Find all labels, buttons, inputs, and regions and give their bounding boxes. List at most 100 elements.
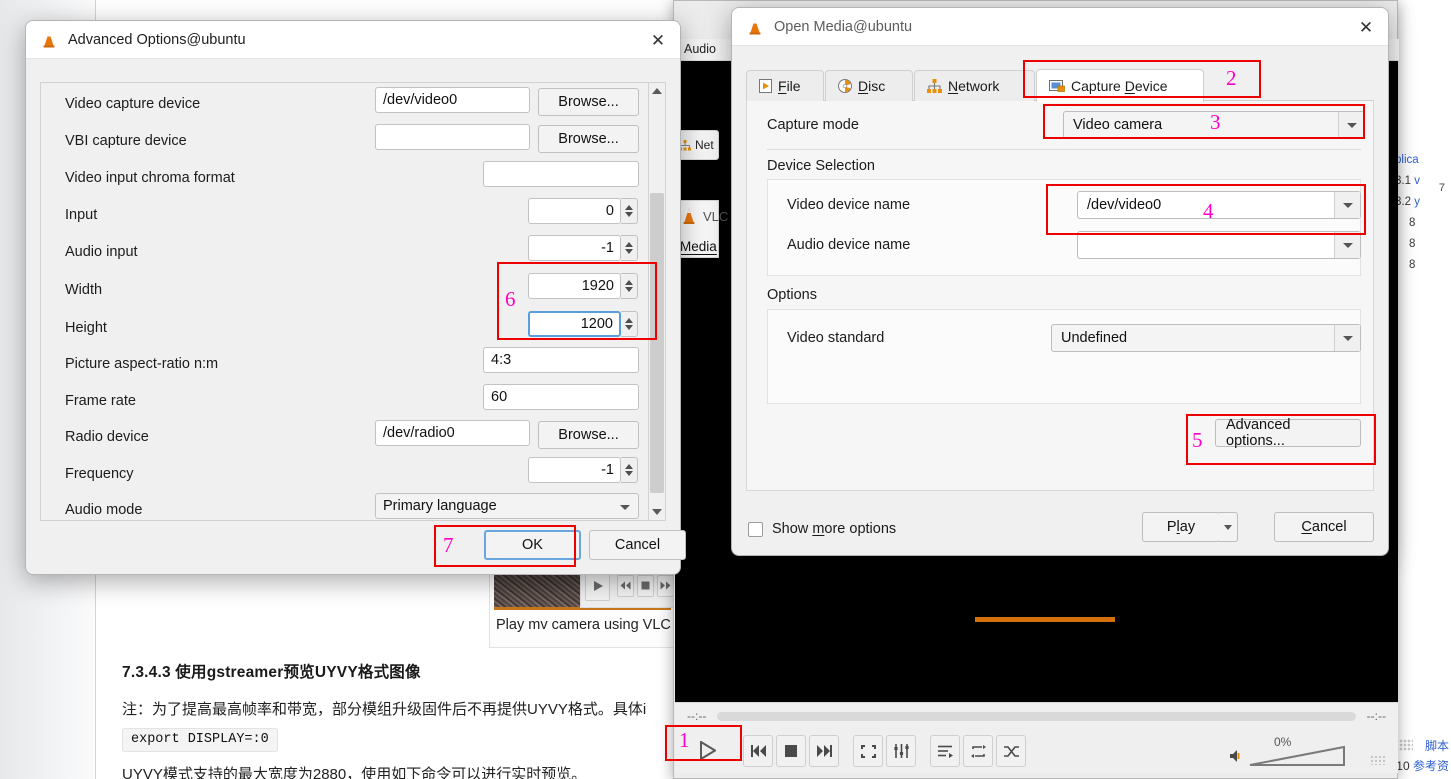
resize-gripper[interactable]	[1370, 755, 1386, 765]
stop-button[interactable]	[776, 735, 806, 767]
radio-device-input[interactable]: /dev/radio0	[375, 420, 530, 446]
capture-mode-label: Capture mode	[767, 117, 859, 133]
scrollbar-thumb[interactable]	[650, 193, 664, 493]
tab-network[interactable]: Network	[914, 70, 1035, 101]
row-label: Radio device	[65, 429, 149, 445]
browse-button[interactable]: Browse...	[538, 125, 639, 153]
toc-item[interactable]: 8	[1395, 213, 1451, 234]
playlist-button[interactable]	[930, 735, 960, 767]
close-icon[interactable]: ✕	[1354, 16, 1378, 38]
chroma-format-input[interactable]	[483, 161, 639, 187]
scroll-up-icon[interactable]	[649, 83, 665, 99]
audio-input-spinbox[interactable]: -1	[528, 235, 621, 261]
video-device-value: /dev/video0	[1087, 197, 1161, 213]
toc-item[interactable]: 8	[1395, 234, 1451, 255]
height-spinbox[interactable]: 1200	[528, 311, 621, 337]
advanced-options-button[interactable]: Advanced options...	[1215, 419, 1361, 447]
browse-button[interactable]: Browse...	[538, 421, 639, 449]
seek-slider[interactable]	[717, 712, 1356, 721]
annotation-number-4: 4	[1203, 201, 1214, 222]
video-capture-device-input[interactable]: /dev/video0	[375, 87, 530, 113]
open-media-dialog: Open Media@ubuntu ✕ File	[731, 7, 1389, 556]
width-spin-buttons[interactable]	[621, 273, 638, 299]
audio-device-label: Audio device name	[787, 237, 910, 253]
input-spin-buttons[interactable]	[621, 198, 638, 224]
capture-device-tab[interactable]: Capture Device	[1036, 69, 1204, 102]
cancel-button[interactable]: Cancel	[589, 530, 686, 560]
close-icon[interactable]: ✕	[646, 29, 670, 51]
show-more-options-checkbox[interactable]: Show more options	[748, 521, 896, 537]
footer-link-2[interactable]: 参考资	[1413, 759, 1449, 773]
chevron-down-icon[interactable]	[1334, 192, 1360, 218]
tab-file[interactable]: File	[746, 70, 824, 101]
video-standard-combo[interactable]: Undefined	[1051, 324, 1361, 352]
advanced-options-scroll-area: Video capture device /dev/video0 Browse.…	[40, 82, 666, 521]
toc-item[interactable]: 3.2 y	[1395, 192, 1451, 213]
random-button[interactable]	[996, 735, 1026, 767]
toc-item[interactable]: plica	[1395, 150, 1451, 171]
speaker-icon[interactable]	[1230, 749, 1246, 765]
fullscreen-button[interactable]	[853, 735, 883, 767]
capture-mode-value: Video camera	[1073, 117, 1162, 133]
frequency-spinbox[interactable]: -1	[528, 457, 621, 483]
audio-mode-combo[interactable]: Primary language	[375, 493, 639, 519]
chevron-down-icon[interactable]	[1338, 112, 1364, 138]
ok-button[interactable]: OK	[484, 530, 581, 560]
footer-dots-icon	[1399, 739, 1413, 751]
tab-disc[interactable]: Disc	[825, 70, 913, 101]
advanced-options-footer: OK Cancel	[26, 523, 680, 567]
table-row: VBI capture device Browse...	[41, 124, 641, 161]
annotation-number-5: 5	[1192, 430, 1203, 451]
row-label: Frequency	[65, 466, 134, 482]
annotation-number-6: 6	[505, 289, 516, 310]
width-spinbox[interactable]: 1920	[528, 273, 621, 299]
play-button[interactable]: Play	[1142, 512, 1220, 542]
open-media-title: Open Media@ubuntu	[774, 19, 912, 35]
chevron-down-icon	[620, 505, 630, 510]
table-row: Input 0	[41, 198, 641, 235]
video-standard-label: Video standard	[787, 330, 884, 346]
checkbox-box[interactable]	[748, 522, 763, 537]
menu-audio[interactable]: Audio	[678, 39, 722, 59]
extended-settings-button[interactable]	[886, 735, 916, 767]
toc-top-marker: 7	[1439, 182, 1445, 194]
document-heading: 7.3.4.3 使用gstreamer预览UYVY格式图像	[122, 660, 421, 682]
previous-button[interactable]	[743, 735, 773, 767]
advanced-options-title: Advanced Options@ubuntu	[68, 32, 246, 48]
table-row: Height 1200	[41, 311, 641, 348]
frequency-spin-buttons[interactable]	[621, 457, 638, 483]
play-button[interactable]	[685, 733, 729, 767]
footer-link[interactable]: 脚本	[1425, 737, 1449, 754]
row-label: Frame rate	[65, 393, 136, 409]
scroll-down-icon[interactable]	[649, 504, 665, 520]
cancel-button[interactable]: Cancel	[1274, 512, 1374, 542]
aspect-ratio-input[interactable]: 4:3	[483, 347, 639, 373]
vbi-capture-device-input[interactable]	[375, 124, 530, 150]
advanced-options-scrollbar[interactable]	[648, 82, 666, 521]
page-number-value: 10	[1396, 759, 1409, 773]
play-dropdown-button[interactable]	[1219, 512, 1238, 542]
height-spin-buttons[interactable]	[621, 311, 638, 337]
toc-item[interactable]: 8	[1395, 255, 1451, 276]
browse-button[interactable]: Browse...	[538, 88, 639, 116]
loop-button[interactable]	[963, 735, 993, 767]
row-label: Video capture device	[65, 96, 200, 112]
next-button[interactable]	[809, 735, 839, 767]
audio-device-combo[interactable]	[1077, 231, 1361, 259]
audio-input-spin-buttons[interactable]	[621, 235, 638, 261]
vlc-behind-media-menu[interactable]: Media	[680, 239, 717, 254]
input-spinbox[interactable]: 0	[528, 198, 621, 224]
video-device-combo[interactable]: /dev/video0	[1077, 191, 1361, 219]
disc-icon	[838, 79, 852, 93]
volume-control[interactable]: 0%	[1230, 735, 1350, 769]
vlc-cone-icon	[746, 18, 764, 36]
chevron-down-icon[interactable]	[1334, 232, 1360, 258]
figure-previous-icon	[617, 575, 634, 597]
table-row: Video input chroma format	[41, 161, 641, 198]
document-note: 注：为了提高最高帧率和带宽，部分模组升级固件后不再提供UYVY格式。具体i	[122, 698, 646, 719]
open-media-tabs: File Disc	[746, 70, 1374, 101]
chevron-down-icon[interactable]	[1334, 325, 1360, 351]
row-label: Height	[65, 320, 107, 336]
volume-slider[interactable]	[1248, 745, 1346, 767]
frame-rate-input[interactable]: 60	[483, 384, 639, 410]
